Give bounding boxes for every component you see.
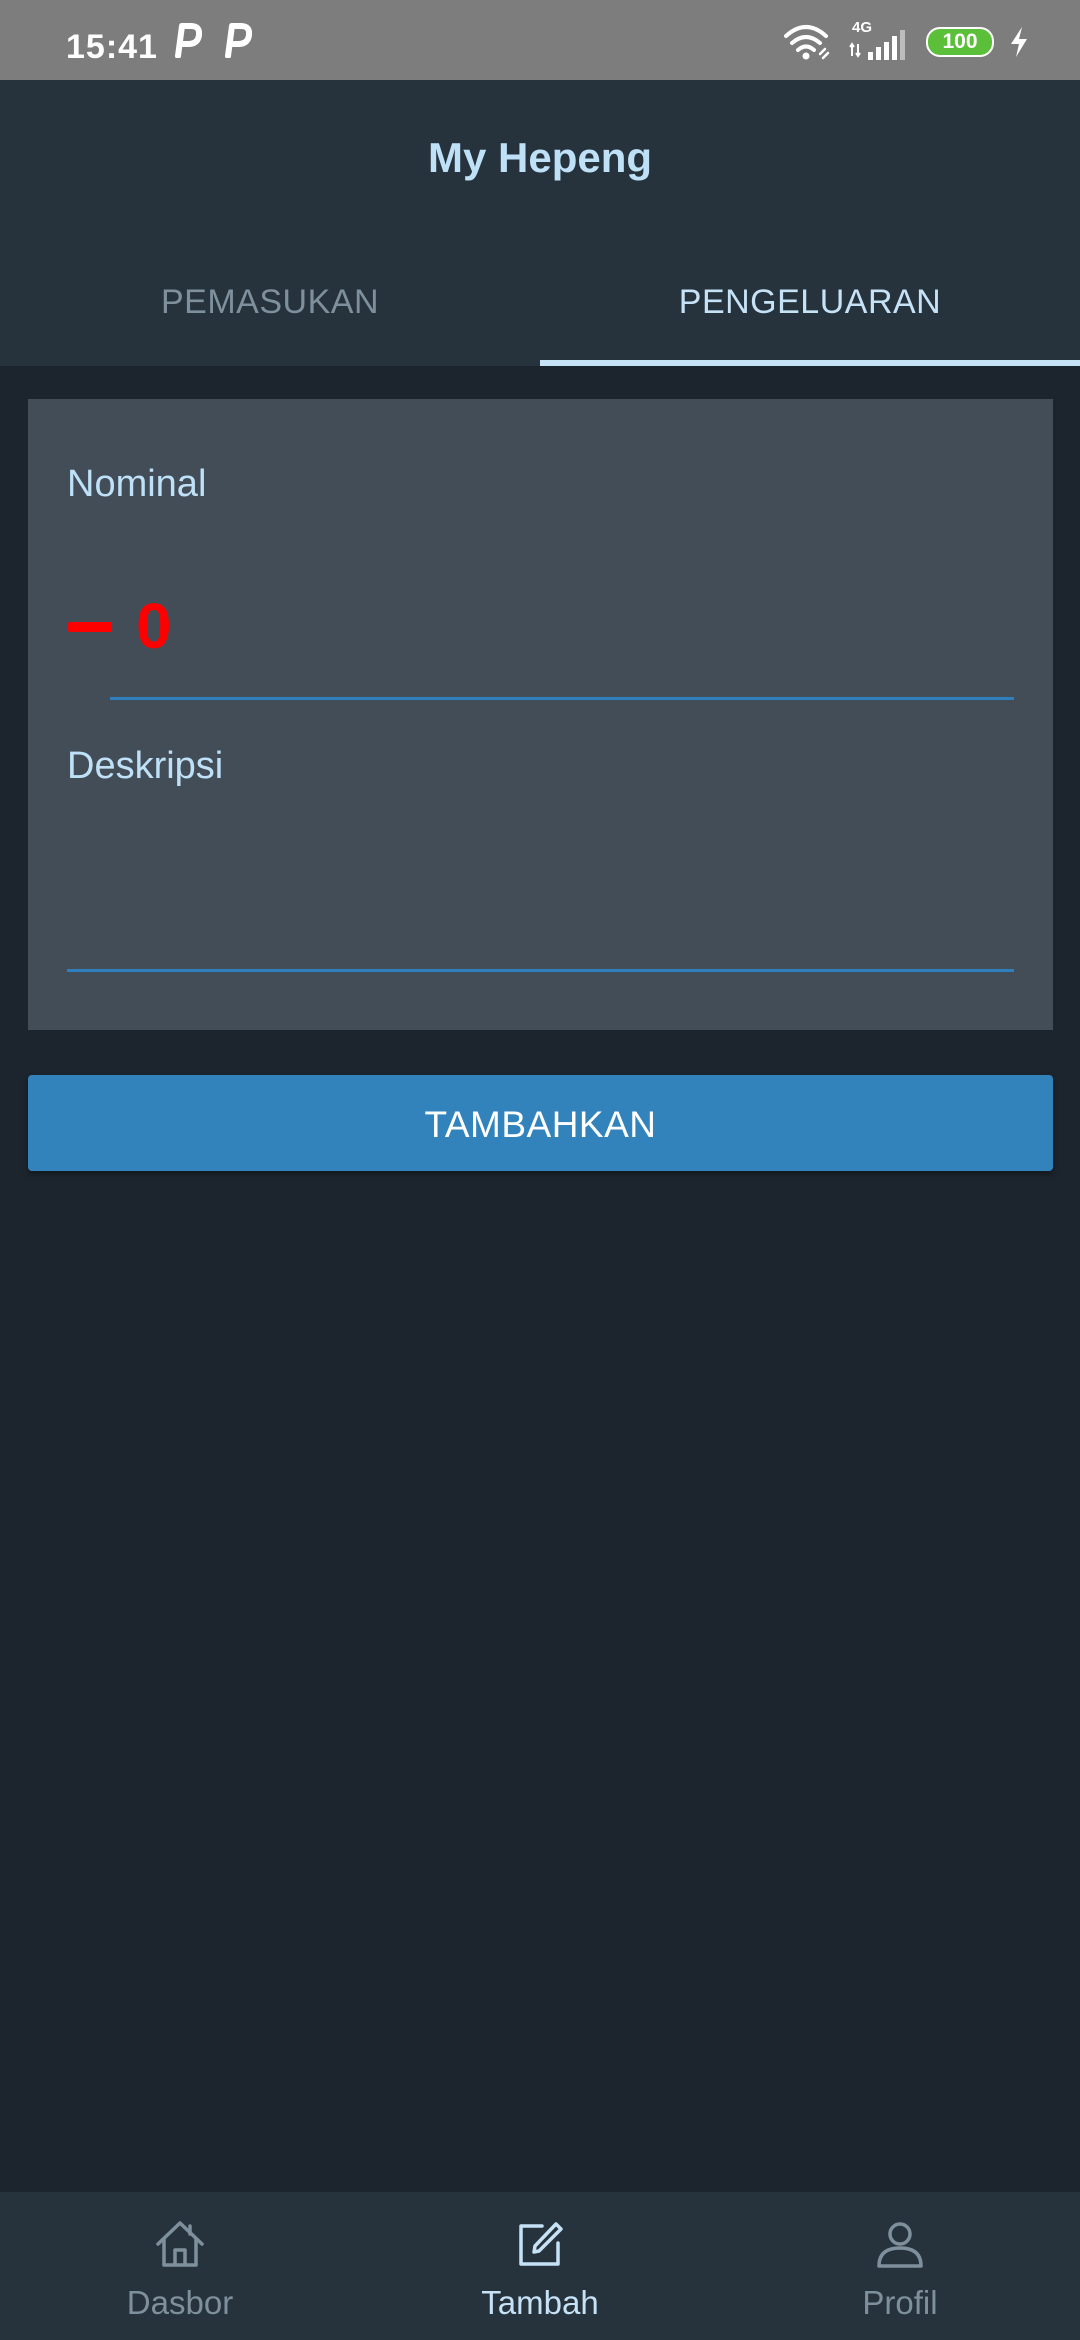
nominal-underline bbox=[110, 697, 1014, 700]
tab-pengeluaran[interactable]: PENGELUARAN bbox=[540, 232, 1080, 366]
nav-item-tambah[interactable]: Tambah bbox=[360, 2192, 720, 2340]
tab-pemasukan[interactable]: PEMASUKAN bbox=[0, 232, 540, 366]
edit-icon bbox=[519, 2222, 563, 2266]
cellular-signal-icon: 4G bbox=[848, 19, 912, 62]
wifi-icon bbox=[784, 25, 830, 60]
description-underline bbox=[67, 969, 1014, 972]
bottom-navigation: Dasbor Tambah Profil bbox=[0, 2192, 1080, 2340]
person-icon bbox=[877, 2222, 923, 2268]
nominal-input[interactable]: 0 bbox=[136, 589, 172, 663]
add-button[interactable]: TAMBAHKAN bbox=[28, 1075, 1053, 1171]
p-app-icon bbox=[225, 23, 252, 58]
status-bar: 15:41 4G 100 bbox=[0, 0, 1080, 80]
tab-selected-indicator bbox=[540, 360, 1080, 366]
app-title: My Hepeng bbox=[427, 134, 653, 181]
tab-bar: PEMASUKAN PENGELUARAN bbox=[0, 232, 1080, 366]
battery-indicator: 100 bbox=[926, 27, 994, 57]
description-input[interactable] bbox=[67, 809, 1014, 959]
status-indicators: 4G 100 bbox=[782, 19, 1030, 62]
app-bar: My Hepeng bbox=[0, 80, 1080, 232]
nominal-label: Nominal bbox=[67, 463, 207, 505]
transaction-form: Nominal 0 Deskripsi bbox=[28, 399, 1053, 1030]
nav-label-tambah: Tambah bbox=[481, 2284, 599, 2321]
home-icon bbox=[156, 2221, 204, 2267]
nav-item-profil[interactable]: Profil bbox=[720, 2192, 1080, 2340]
nav-label-profil: Profil bbox=[862, 2284, 938, 2321]
nav-item-dasbor[interactable]: Dasbor bbox=[0, 2192, 360, 2340]
status-time: 15:41 bbox=[66, 28, 158, 66]
minus-sign bbox=[68, 622, 112, 632]
charging-icon bbox=[1011, 27, 1027, 57]
nav-label-dasbor: Dasbor bbox=[126, 2284, 234, 2321]
description-label: Deskripsi bbox=[67, 745, 224, 787]
p-app-icon bbox=[175, 23, 202, 58]
